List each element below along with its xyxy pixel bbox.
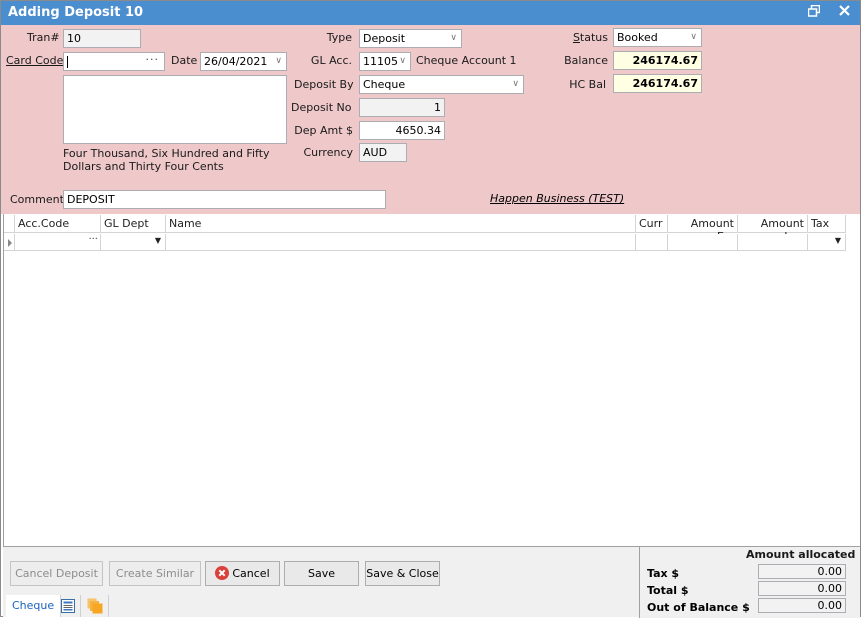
gl-acc-value: 11105 — [363, 55, 398, 68]
save-button[interactable]: Save — [284, 561, 359, 586]
column-header-acc-code[interactable]: Acc.Code — [15, 215, 101, 233]
deposit-no-label: Deposit No — [291, 101, 352, 114]
text-cursor — [67, 56, 68, 68]
deposit-by-label: Deposit By — [294, 78, 354, 91]
cell-amount-ex[interactable] — [668, 234, 738, 251]
close-icon[interactable] — [836, 5, 852, 21]
create-similar-button[interactable]: Create Similar — [109, 561, 201, 586]
notes-icon — [61, 599, 75, 613]
chevron-down-icon[interactable]: ∨ — [512, 78, 519, 91]
currency-label: Currency — [303, 146, 353, 159]
amount-allocated-panel: Amount allocated Tax $ 0.00 Total $ 0.00… — [639, 547, 860, 618]
column-header-curr[interactable]: Curr — [636, 215, 668, 233]
deposit-header: Tran# 10 Card Code ··· Date 26/04/2021 ∨… — [1, 25, 860, 214]
tax-value: 0.00 — [758, 564, 846, 579]
chevron-down-icon[interactable]: ∨ — [275, 55, 282, 68]
cancel-x-icon — [215, 566, 230, 580]
footer-bar: Cancel Deposit Create Similar Cancel Sav… — [3, 546, 860, 618]
date-value: 26/04/2021 — [204, 55, 268, 68]
type-label: Type — [326, 31, 352, 44]
row-indicator-header — [4, 215, 15, 233]
deposit-by-select[interactable]: Cheque ∨ — [359, 75, 524, 94]
tran-field: 10 — [63, 29, 141, 48]
hc-bal-label: HC Bal — [569, 78, 606, 91]
card-code-label[interactable]: Card Code — [6, 54, 63, 67]
deposit-window: Adding Deposit 10 Tran# 10 Card Code ···… — [0, 0, 861, 618]
cancel-deposit-button[interactable]: Cancel Deposit — [10, 561, 103, 586]
tax-label: Tax $ — [647, 567, 680, 580]
comment-label: Comment — [10, 193, 64, 206]
company-link[interactable]: Happen Business (TEST) — [490, 192, 624, 205]
column-header-name[interactable]: Name — [166, 215, 636, 233]
cell-name[interactable] — [166, 234, 636, 251]
cell-gl-dept[interactable]: ▼ — [101, 234, 166, 251]
currency-field: AUD — [359, 143, 407, 162]
row-pointer-icon — [8, 239, 12, 247]
deposit-no-field: 1 — [359, 98, 445, 117]
card-code-lookup-button[interactable]: ··· — [146, 53, 160, 66]
cell-amount-inc[interactable] — [738, 234, 808, 251]
tran-label: Tran# — [27, 31, 60, 44]
window-title: Adding Deposit 10 — [8, 5, 144, 20]
title-bar: Adding Deposit 10 — [1, 1, 860, 25]
chevron-down-icon[interactable]: ∨ — [450, 32, 457, 45]
comment-input[interactable]: DEPOSIT — [63, 190, 386, 209]
column-header-tax[interactable]: Tax — [808, 215, 846, 233]
dep-amt-input[interactable]: 4650.34 — [359, 121, 445, 140]
balance-field: 246174.67 — [613, 51, 702, 70]
out-of-balance-value: 0.00 — [758, 598, 846, 613]
tab-documents[interactable] — [81, 595, 109, 617]
row-indicator[interactable] — [4, 234, 15, 251]
documents-icon — [87, 598, 103, 614]
dep-amt-label: Dep Amt $ — [294, 124, 353, 137]
cancel-button-label: Cancel — [232, 567, 270, 580]
chevron-down-icon[interactable]: ∨ — [399, 55, 406, 68]
status-value: Booked — [617, 31, 658, 44]
gl-acc-select[interactable]: 11105 ∨ — [359, 52, 411, 71]
date-label: Date — [171, 54, 198, 67]
card-code-input[interactable]: ··· — [63, 52, 165, 71]
lookup-ellipsis-icon[interactable]: ··· — [88, 234, 98, 245]
cell-curr[interactable] — [636, 234, 668, 251]
gl-acc-name: Cheque Account 1 — [416, 54, 517, 67]
type-select[interactable]: Deposit ∨ — [359, 29, 462, 48]
save-close-button[interactable]: Save & Close — [365, 561, 440, 586]
date-picker[interactable]: 26/04/2021 ∨ — [200, 52, 287, 71]
cancel-button[interactable]: Cancel — [205, 561, 280, 586]
amount-in-words: Four Thousand, Six Hundred and Fifty Dol… — [63, 147, 270, 173]
tab-notes[interactable] — [55, 595, 81, 617]
status-label: Status — [572, 31, 608, 44]
type-value: Deposit — [363, 32, 406, 45]
cell-acc-code[interactable]: ··· — [15, 234, 101, 251]
column-header-amount-ex[interactable]: Amount Ex. — [668, 215, 738, 243]
dropdown-arrow-icon[interactable]: ▼ — [835, 236, 841, 245]
allocation-grid-area — [3, 214, 860, 546]
status-select[interactable]: Booked ∨ — [613, 28, 702, 47]
amount-allocated-heading: Amount allocated — [746, 548, 856, 561]
column-header-gl-dept[interactable]: GL Dept — [101, 215, 166, 233]
restore-window-icon[interactable] — [806, 4, 822, 21]
total-label: Total $ — [647, 584, 689, 597]
out-of-balance-label: Out of Balance $ — [647, 601, 750, 614]
dropdown-arrow-icon[interactable]: ▼ — [155, 236, 161, 245]
column-header-amount-inc[interactable]: Amount Inc. — [738, 215, 808, 243]
total-value: 0.00 — [758, 581, 846, 596]
tab-cheque[interactable]: Cheque — [6, 595, 62, 617]
deposit-by-value: Cheque — [363, 78, 406, 91]
address-textarea[interactable] — [63, 75, 287, 144]
balance-label: Balance — [564, 54, 608, 67]
gl-acc-label: GL Acc. — [310, 54, 352, 67]
chevron-down-icon[interactable]: ∨ — [690, 31, 697, 44]
hc-bal-field: 246174.67 — [613, 74, 702, 93]
cell-tax[interactable]: ▼ — [808, 234, 846, 251]
